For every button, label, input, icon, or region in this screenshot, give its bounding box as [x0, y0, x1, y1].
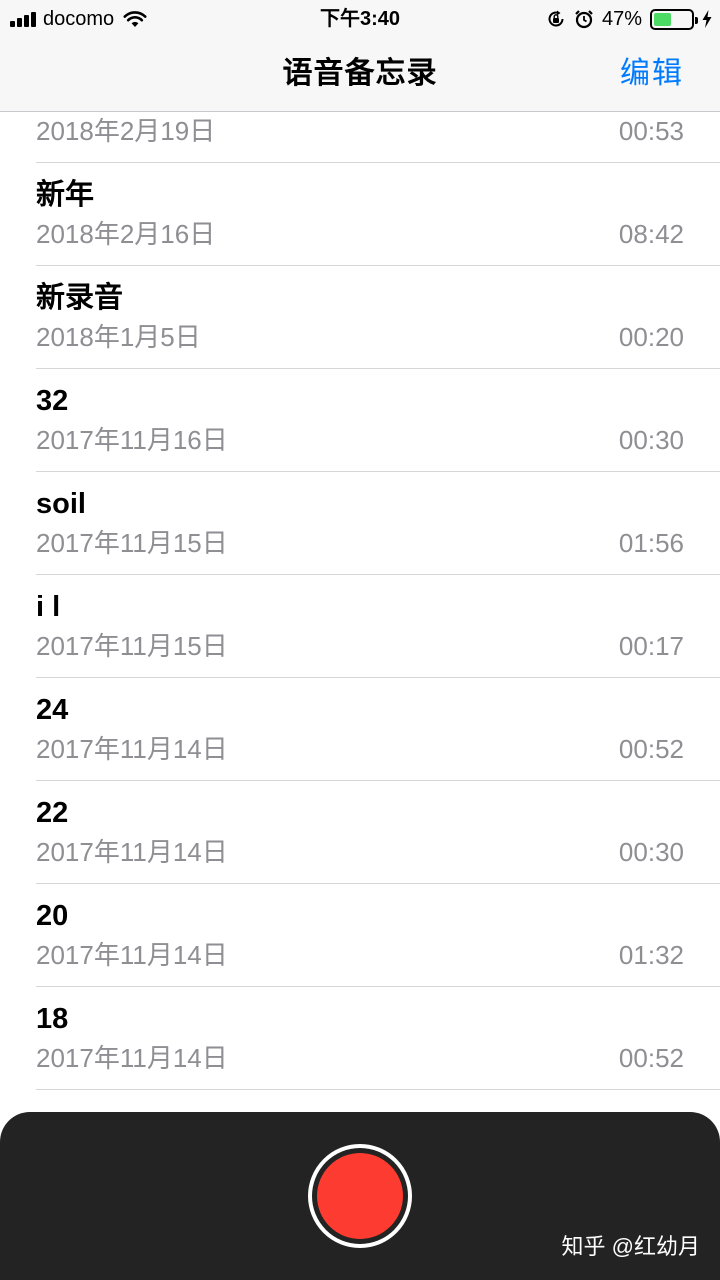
memo-date: 2017年11月14日 [36, 1043, 228, 1073]
memo-title: i l [36, 591, 61, 623]
memo-date: 2017年11月16日 [36, 425, 228, 455]
list-item[interactable]: 新录音 2018年1月5日 00:20 [0, 266, 720, 369]
record-button[interactable] [308, 1144, 412, 1248]
memo-duration: 00:52 [618, 734, 684, 764]
memo-title: soil [36, 488, 86, 520]
memo-title: 20 [36, 900, 69, 932]
status-right: 47% [546, 7, 712, 31]
memo-duration: 08:42 [618, 219, 684, 249]
list-item[interactable]: 20 2017年11月14日 01:32 [0, 884, 720, 987]
battery-cap [695, 16, 698, 24]
memo-duration: 00:52 [618, 1043, 684, 1073]
memo-date: 2017年11月14日 [36, 734, 228, 764]
rotation-lock-icon [548, 10, 564, 27]
recordings-list: 2018年2月19日 00:53 新年 2018年2月16日 08:42 新录音… [0, 112, 720, 1122]
memo-date: 2018年1月5日 [36, 322, 201, 352]
status-bar: docomo 下午3:40 47% [0, 0, 720, 38]
list-item[interactable]: 22 2017年11月14日 00:30 [0, 781, 720, 884]
battery-icon [650, 8, 698, 30]
battery-fill [654, 12, 671, 26]
memo-duration: 00:30 [618, 837, 684, 867]
record-panel: 知乎 @红幼月 [0, 1112, 720, 1280]
memo-title: 24 [36, 694, 69, 726]
memo-date: 2018年2月16日 [36, 219, 216, 249]
list-item[interactable]: 18 2017年11月14日 00:52 [0, 987, 720, 1090]
alarm-icon [575, 10, 593, 29]
memo-date: 2017年11月15日 [36, 631, 228, 661]
list-item[interactable]: 2018年2月19日 00:53 [0, 112, 720, 163]
memo-date: 2018年2月19日 [36, 116, 216, 146]
memo-duration: 01:56 [618, 528, 684, 558]
edit-button[interactable]: 编辑 [620, 56, 684, 92]
memo-title: 新录音 [36, 282, 124, 314]
memo-duration: 00:17 [618, 631, 684, 661]
divider [36, 1089, 720, 1090]
page-title: 语音备忘录 [282, 57, 438, 90]
memo-date: 2017年11月14日 [36, 837, 228, 867]
battery-percent: 47% [601, 8, 642, 30]
memo-title: 32 [36, 385, 69, 417]
list-item[interactable]: i l 2017年11月15日 00:17 [0, 575, 720, 678]
charging-bolt-icon [702, 10, 712, 28]
memo-duration: 00:20 [618, 322, 684, 352]
memo-title: 18 [36, 1003, 69, 1035]
memo-date: 2017年11月15日 [36, 528, 228, 558]
list-item[interactable]: 新年 2018年2月16日 08:42 [0, 163, 720, 266]
nav-bar: 语音备忘录 编辑 [0, 38, 720, 112]
memo-title: 22 [36, 797, 69, 829]
memo-title: 新年 [36, 179, 95, 211]
list-item[interactable]: soil 2017年11月15日 01:56 [0, 472, 720, 575]
memo-duration: 00:30 [618, 425, 684, 455]
watermark: 知乎 @红幼月 [561, 1234, 700, 1259]
record-dot-icon [317, 1153, 403, 1239]
list-item[interactable]: 24 2017年11月14日 00:52 [0, 678, 720, 781]
memo-duration: 00:53 [618, 116, 684, 146]
memo-duration: 01:32 [618, 940, 684, 970]
memo-date: 2017年11月14日 [36, 940, 228, 970]
list-item[interactable]: 32 2017年11月16日 00:30 [0, 369, 720, 472]
